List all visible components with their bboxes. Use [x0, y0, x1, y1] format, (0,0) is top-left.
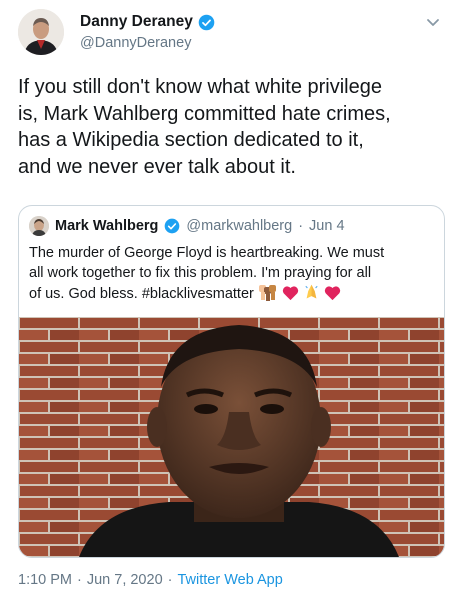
chevron-down-icon[interactable] — [424, 13, 442, 31]
tweet-text-line: has a Wikipedia section dedicated to it, — [18, 129, 364, 151]
quoted-text-line-with-emojis: of us. God bless. #blacklivesmatter — [29, 283, 434, 305]
tweet-text: If you still don't know what white privi… — [18, 74, 448, 180]
tweet-text-line: If you still don't know what white privi… — [18, 76, 382, 98]
author-name[interactable]: Danny Deraney — [80, 13, 215, 31]
quoted-text-line: of us. God bless. #blacklivesmatter — [29, 286, 254, 302]
quoted-tweet-photo[interactable] — [19, 317, 444, 557]
red-heart-emoji — [324, 286, 341, 301]
quoted-author-avatar-image — [29, 216, 49, 236]
tweet-text-line: and we never ever talk about it. — [18, 155, 296, 178]
quoted-author-handle: @markwahlberg — [186, 218, 293, 234]
quoted-tweet-date: Jun 4 — [309, 218, 345, 234]
tweet-source-app-link[interactable]: Twitter Web App — [177, 572, 282, 588]
author-name-text: Danny Deraney — [80, 13, 193, 30]
verified-badge-icon — [198, 14, 215, 30]
quoted-tweet-text: The murder of George Floyd is heartbreak… — [29, 244, 434, 305]
quoted-tweet-header: Mark Wahlberg @markwahlberg · Jun 4 — [29, 216, 345, 236]
portrait-photo — [19, 317, 444, 557]
verified-badge-icon — [165, 218, 180, 234]
author-avatar[interactable] — [18, 9, 64, 55]
tweet-text-line: is, Mark Wahlberg committed hate crimes, — [18, 102, 391, 125]
quoted-tweet[interactable]: Mark Wahlberg @markwahlberg · Jun 4 The … — [18, 205, 445, 558]
tweet-footer: 1:10 PM · Jun 7, 2020 · Twitter Web App — [18, 572, 283, 588]
footer-separator: · — [77, 572, 82, 588]
author-handle[interactable]: @DannyDeraney — [80, 35, 191, 51]
praying-hands-emoji — [305, 284, 318, 299]
footer-separator: · — [167, 572, 173, 588]
quoted-text-line: all work together to fix this problem. I… — [29, 264, 372, 281]
quoted-text-line: The murder of George Floyd is heartbreak… — [29, 245, 385, 261]
raised-fists-emoji — [258, 285, 276, 301]
quoted-author-avatar — [29, 216, 49, 236]
quoted-meta-separator: · — [298, 218, 304, 234]
tweet-date[interactable]: Jun 7, 2020 — [87, 572, 163, 588]
red-heart-emoji — [282, 286, 299, 301]
author-avatar-image — [18, 9, 64, 55]
tweet-time[interactable]: 1:10 PM — [18, 572, 72, 588]
quoted-author-name: Mark Wahlberg — [55, 218, 159, 234]
